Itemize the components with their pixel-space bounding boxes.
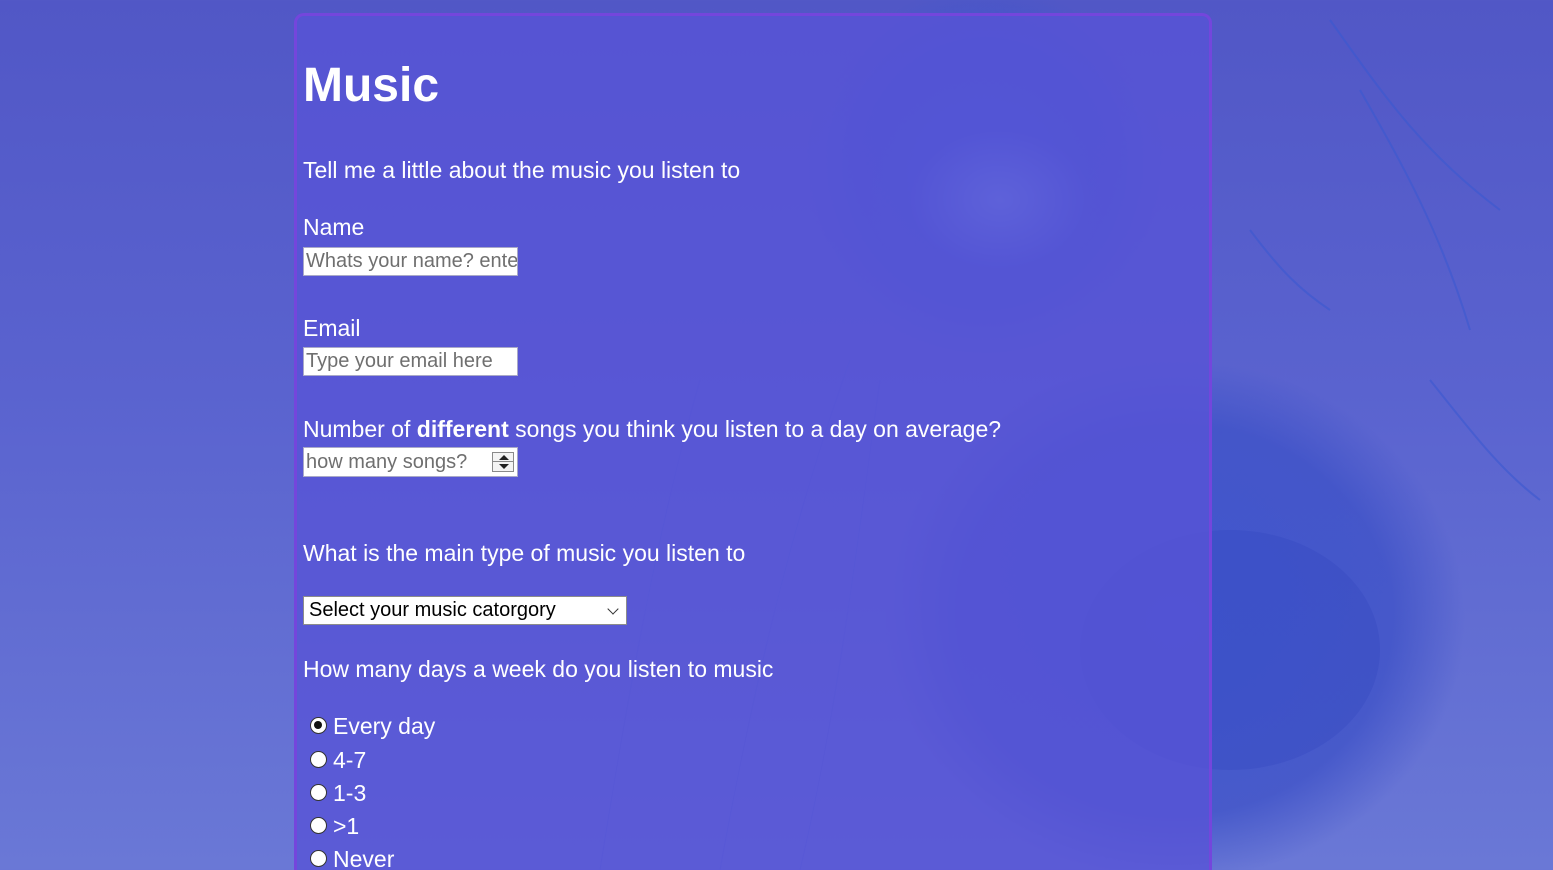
radio-option-4-7[interactable]: 4-7 <box>310 745 366 775</box>
songs-label-emphasis: different <box>416 416 509 442</box>
spinner-divider <box>493 461 513 462</box>
page-title: Music <box>303 59 440 112</box>
genre-label: What is the main type of music you liste… <box>303 540 746 566</box>
songs-label-end: songs you think you listen to a day on a… <box>508 416 1002 442</box>
radio-label: Every day <box>333 713 436 739</box>
radio-button[interactable] <box>310 750 327 768</box>
radio-button[interactable] <box>310 849 327 867</box>
genre-selected-value: Select your music catorgory <box>309 599 556 621</box>
email-input[interactable]: Type your email here <box>303 347 518 376</box>
radio-label: 4-7 <box>333 747 367 773</box>
name-input[interactable]: Whats your name? ente <box>303 247 518 276</box>
spinner-up-icon[interactable] <box>499 455 509 460</box>
radio-label: 1-3 <box>333 780 367 806</box>
radio-label: >1 <box>333 813 360 839</box>
intro-text: Tell me a little about the music you lis… <box>303 157 741 183</box>
name-placeholder: Whats your name? ente <box>306 250 518 272</box>
songs-label: Number of different songs you think you … <box>303 415 1001 443</box>
radio-option-less-than-1[interactable]: >1 <box>310 811 359 841</box>
genre-select[interactable]: Select your music catorgory <box>303 596 627 625</box>
name-label: Name <box>303 214 365 240</box>
radio-button[interactable] <box>310 716 327 734</box>
days-label: How many days a week do you listen to mu… <box>303 656 774 682</box>
radio-option-1-3[interactable]: 1-3 <box>310 778 366 808</box>
email-placeholder: Type your email here <box>306 350 493 372</box>
chevron-down-icon <box>607 603 619 615</box>
radio-label: Never <box>333 846 395 870</box>
radio-option-every-day[interactable]: Every day <box>310 711 435 741</box>
spinner-down-icon[interactable] <box>499 464 509 469</box>
radio-button[interactable] <box>310 783 327 801</box>
radio-button[interactable] <box>310 816 327 834</box>
radio-option-never[interactable]: Never <box>310 844 394 870</box>
email-label: Email <box>303 315 361 341</box>
songs-placeholder: how many songs? <box>306 451 468 473</box>
songs-label-start: Number of <box>303 416 417 442</box>
spinner-arrows-icon[interactable] <box>492 452 514 472</box>
songs-number-input[interactable]: how many songs? <box>303 447 518 477</box>
